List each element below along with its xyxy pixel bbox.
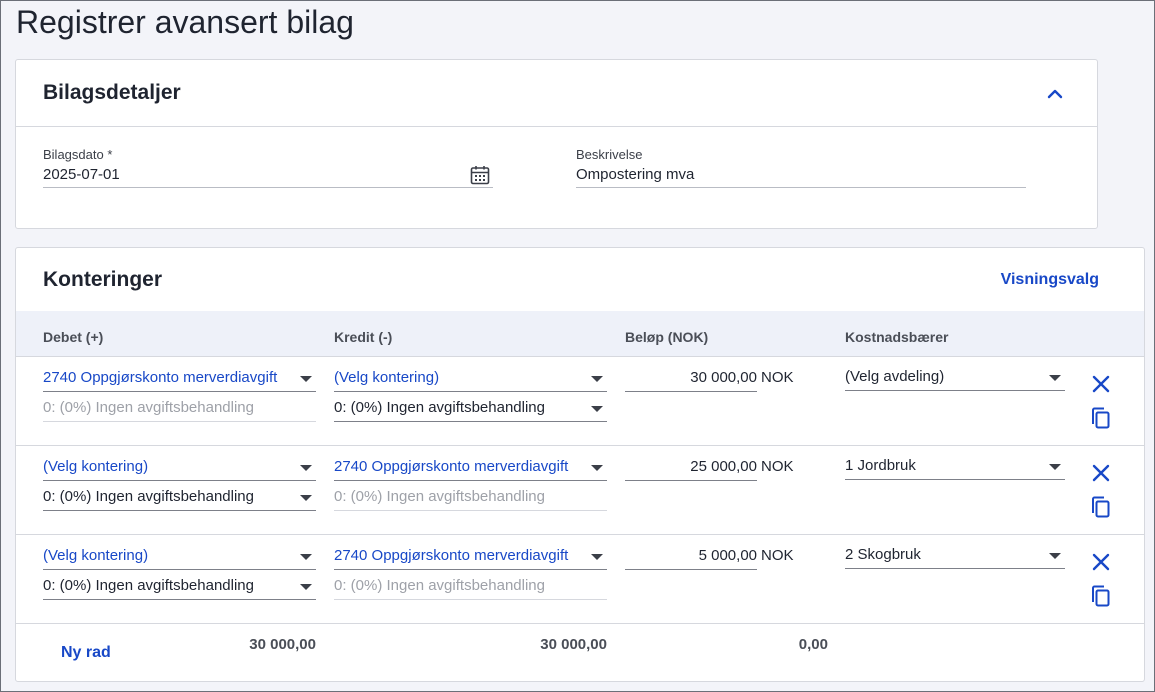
table-row: (Velg kontering) 0: (0%) Ingen avgiftsbe…	[16, 535, 1144, 624]
caret-down-icon	[591, 406, 603, 412]
caret-down-icon	[300, 554, 312, 560]
close-icon[interactable]	[1088, 371, 1114, 397]
cost-carrier-select[interactable]: 2 Skogbruk	[845, 543, 1065, 569]
kredit-account-select[interactable]: 2740 Oppgjørskonto merverdiavgift	[334, 544, 607, 570]
table-row: (Velg kontering) 0: (0%) Ingen avgiftsbe…	[16, 446, 1144, 535]
copy-icon[interactable]	[1088, 583, 1114, 609]
caret-down-icon	[1049, 375, 1061, 381]
close-icon[interactable]	[1088, 460, 1114, 486]
page-title: Registrer avansert bilag	[16, 4, 354, 40]
column-header-kostnadsbaerer: Kostnadsbærer	[845, 329, 949, 345]
debet-account-select[interactable]: 2740 Oppgjørskonto merverdiavgift	[43, 366, 316, 392]
debet-vat-select: 0: (0%) Ingen avgiftsbehandling	[43, 396, 316, 422]
table-row: 2740 Oppgjørskonto merverdiavgift 0: (0%…	[16, 357, 1144, 446]
caret-down-icon	[591, 554, 603, 560]
kredit-vat-select[interactable]: 0: (0%) Ingen avgiftsbehandling	[334, 396, 607, 422]
calendar-icon[interactable]	[469, 164, 491, 186]
kredit-vat-select: 0: (0%) Ingen avgiftsbehandling	[334, 574, 607, 600]
kredit-sum: 30 000,00	[540, 636, 607, 653]
copy-icon[interactable]	[1088, 494, 1114, 520]
debet-sum: 30 000,00	[249, 636, 316, 653]
caret-down-icon	[591, 465, 603, 471]
caret-down-icon	[300, 376, 312, 382]
amount-input[interactable]: 5 000,00	[625, 544, 757, 570]
currency-label: NOK	[761, 547, 794, 564]
column-header-debet: Debet (+)	[43, 329, 104, 345]
details-card-title: Bilagsdetaljer	[43, 81, 181, 104]
currency-label: NOK	[761, 458, 794, 475]
difference-sum: 0,00	[798, 636, 828, 653]
debet-account-select[interactable]: (Velg kontering)	[43, 455, 316, 481]
caret-down-icon	[591, 376, 603, 382]
description-field[interactable]: Ompostering mva	[576, 164, 1026, 188]
kredit-vat-select: 0: (0%) Ingen avgiftsbehandling	[334, 485, 607, 511]
column-header-belop: Beløp (NOK)	[625, 329, 709, 345]
amount-input[interactable]: 25 000,00	[625, 455, 757, 481]
caret-down-icon	[300, 495, 312, 501]
close-icon[interactable]	[1088, 549, 1114, 575]
details-card-header: Bilagsdetaljer	[16, 60, 1097, 127]
amount-input[interactable]: 30 000,00	[625, 366, 757, 392]
date-label: Bilagsdato *	[43, 147, 113, 162]
debet-account-select[interactable]: (Velg kontering)	[43, 544, 316, 570]
details-card: Bilagsdetaljer Bilagsdato * 2025-07-01 B…	[15, 59, 1098, 229]
cost-carrier-select[interactable]: (Velg avdeling)	[845, 365, 1065, 391]
caret-down-icon	[1049, 464, 1061, 470]
description-label: Beskrivelse	[576, 147, 643, 162]
debet-vat-select[interactable]: 0: (0%) Ingen avgiftsbehandling	[43, 574, 316, 600]
caret-down-icon	[300, 584, 312, 590]
kredit-account-select[interactable]: 2740 Oppgjørskonto merverdiavgift	[334, 455, 607, 481]
chevron-up-icon[interactable]	[1043, 82, 1067, 106]
view-options-button[interactable]: Visningsvalg	[1001, 271, 1099, 289]
konteringer-title: Konteringer	[43, 268, 163, 291]
table-header: Debet (+) Kredit (-) Beløp (NOK) Kostnad…	[16, 311, 1144, 357]
column-header-kredit: Kredit (-)	[334, 329, 393, 345]
konteringer-card: Konteringer Visningsvalg Debet (+) Kredi…	[15, 247, 1145, 682]
kredit-account-select[interactable]: (Velg kontering)	[334, 366, 607, 392]
debet-vat-select[interactable]: 0: (0%) Ingen avgiftsbehandling	[43, 485, 316, 511]
cost-carrier-select[interactable]: 1 Jordbruk	[845, 454, 1065, 480]
new-row-button[interactable]: Ny rad	[61, 644, 111, 662]
date-field[interactable]: 2025-07-01	[43, 164, 493, 188]
caret-down-icon	[1049, 553, 1061, 559]
currency-label: NOK	[761, 369, 794, 386]
caret-down-icon	[300, 465, 312, 471]
copy-icon[interactable]	[1088, 405, 1114, 431]
